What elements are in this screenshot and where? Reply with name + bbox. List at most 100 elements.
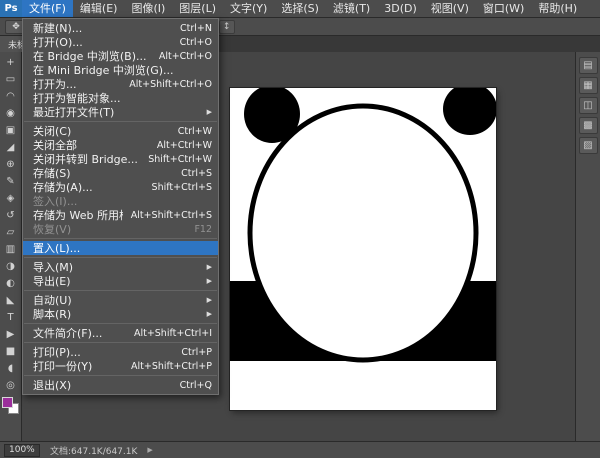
menubar-items: 文件(F)编辑(E)图像(I)图层(L)文字(Y)选择(S)滤镜(T)3D(D)… — [22, 0, 584, 17]
menu-item-open-recent[interactable]: 最近打开文件(T) ▶ — [23, 105, 218, 119]
menu-item-label: 签入(I)... — [33, 194, 212, 208]
path-selection-tool-icon[interactable]: ▶ — [1, 326, 21, 343]
menu-item-print-one-copy[interactable]: 打印一份(Y) Alt+Shift+Ctrl+P — [23, 359, 218, 373]
menu-item-label: 最近打开文件(T) — [33, 105, 199, 119]
menu-item-shortcut: Ctrl+W — [178, 126, 212, 137]
submenu-arrow-icon: ▶ — [207, 263, 212, 271]
menu-separator — [24, 375, 217, 376]
menubar-item-edit[interactable]: 编辑(E) — [73, 0, 125, 17]
menubar-item-filter[interactable]: 滤镜(T) — [326, 0, 377, 17]
menu-item-label: 导入(M) — [33, 260, 199, 274]
rectangular-marquee-tool-icon[interactable]: ▭ — [1, 71, 21, 88]
menu-item-label: 存储(S) — [33, 166, 173, 180]
menubar-item-3d[interactable]: 3D(D) — [377, 0, 424, 17]
menu-item-label: 打印(P)... — [33, 345, 173, 359]
menubar-item-select[interactable]: 选择(S) — [274, 0, 326, 17]
menu-separator — [24, 342, 217, 343]
photoshop-logo: Ps — [0, 0, 22, 17]
menu-item-save-for-web[interactable]: 存储为 Web 所用格式...Alt+Shift+Ctrl+S — [23, 208, 218, 222]
menu-item-close[interactable]: 关闭(C)Ctrl+W — [23, 124, 218, 138]
info-panel-icon[interactable]: ◫ — [579, 97, 598, 114]
properties-panel-icon[interactable]: ▦ — [579, 77, 598, 94]
blur-tool-icon[interactable]: ◑ — [1, 258, 21, 275]
submenu-arrow-icon: ▶ — [207, 108, 212, 116]
menu-item-save[interactable]: 存储(S)Ctrl+S — [23, 166, 218, 180]
menu-item-label: 打印一份(Y) — [33, 359, 123, 373]
menubar-item-view[interactable]: 视图(V) — [424, 0, 476, 17]
quick-selection-tool-icon[interactable]: ◉ — [1, 105, 21, 122]
menu-item-label: 恢复(V) — [33, 222, 186, 236]
menu-separator — [24, 257, 217, 258]
hand-tool-icon[interactable]: ◖ — [1, 360, 21, 377]
styles-panel-icon[interactable]: ▨ — [579, 137, 598, 154]
gradient-tool-icon[interactable]: ▥ — [1, 241, 21, 258]
menu-item-close-all[interactable]: 关闭全部 Alt+Ctrl+W — [23, 138, 218, 152]
history-panel-icon[interactable]: ▤ — [579, 57, 598, 74]
status-options-arrow-icon[interactable]: ▶ — [147, 446, 152, 454]
menu-item-file-info[interactable]: 文件简介(F)...Alt+Shift+Ctrl+I — [23, 326, 218, 340]
menu-item-shortcut: Ctrl+P — [181, 347, 212, 358]
menu-item-label: 关闭全部 — [33, 138, 149, 152]
menu-item-label: 在 Mini Bridge 中浏览(G)... — [33, 63, 212, 77]
menu-item-label: 自动(U) — [33, 293, 199, 307]
eraser-tool-icon[interactable]: ▱ — [1, 224, 21, 241]
menu-item-revert: 恢复(V)F12 — [23, 222, 218, 236]
menu-separator — [24, 238, 217, 239]
canvas-artwork-panda — [230, 88, 496, 410]
menu-item-place[interactable]: 置入(L)... — [23, 241, 218, 255]
menubar-item-type[interactable]: 文字(Y) — [223, 0, 274, 17]
panda-face — [250, 106, 476, 360]
3d-scale-icon[interactable]: ↕ — [219, 20, 235, 34]
menu-item-shortcut: Alt+Shift+Ctrl+I — [134, 328, 212, 339]
shape-tool-icon[interactable]: ■ — [1, 343, 21, 360]
clone-stamp-tool-icon[interactable]: ◈ — [1, 190, 21, 207]
menubar-item-help[interactable]: 帮助(H) — [531, 0, 584, 17]
move-tool-icon[interactable]: + — [1, 54, 21, 71]
menu-item-save-as[interactable]: 存储为(A)...Shift+Ctrl+S — [23, 180, 218, 194]
adjustments-panel-icon[interactable]: ▩ — [579, 117, 598, 134]
menu-item-exit[interactable]: 退出(X)Ctrl+Q — [23, 378, 218, 392]
menu-item-new[interactable]: 新建(N)...Ctrl+N — [23, 21, 218, 35]
menu-item-shortcut: Shift+Ctrl+W — [148, 154, 212, 165]
document-canvas[interactable] — [230, 88, 496, 410]
color-swatches — [2, 397, 19, 414]
type-tool-icon[interactable]: T — [1, 309, 21, 326]
menu-separator — [24, 290, 217, 291]
menu-item-export[interactable]: 导出(E)▶ — [23, 274, 218, 288]
dodge-tool-icon[interactable]: ◐ — [1, 275, 21, 292]
eyedropper-tool-icon[interactable]: ◢ — [1, 139, 21, 156]
file-menu: 新建(N)...Ctrl+N打开(O)...Ctrl+O在 Bridge 中浏览… — [22, 18, 219, 395]
menu-separator — [24, 121, 217, 122]
menu-item-import[interactable]: 导入(M) ▶ — [23, 260, 218, 274]
pen-tool-icon[interactable]: ◣ — [1, 292, 21, 309]
menu-item-open-as-smart-object[interactable]: 打开为智能对象... — [23, 91, 218, 105]
menu-item-browse-in-mini-bridge[interactable]: 在 Mini Bridge 中浏览(G)... — [23, 63, 218, 77]
crop-tool-icon[interactable]: ▣ — [1, 122, 21, 139]
menubar-item-file[interactable]: 文件(F) — [22, 0, 73, 17]
menubar-item-window[interactable]: 窗口(W) — [476, 0, 531, 17]
menu-item-label: 导出(E) — [33, 274, 199, 288]
menu-item-automate[interactable]: 自动(U)▶ — [23, 293, 218, 307]
menu-item-shortcut: Alt+Shift+Ctrl+P — [131, 361, 212, 372]
brush-tool-icon[interactable]: ✎ — [1, 173, 21, 190]
menu-item-open[interactable]: 打开(O)...Ctrl+O — [23, 35, 218, 49]
menu-item-browse-in-bridge[interactable]: 在 Bridge 中浏览(B)...Alt+Ctrl+O — [23, 49, 218, 63]
menu-item-scripts[interactable]: 脚本(R)▶ — [23, 307, 218, 321]
menu-item-label: 脚本(R) — [33, 307, 199, 321]
menu-item-close-and-go-to-bridge[interactable]: 关闭并转到 Bridge...Shift+Ctrl+W — [23, 152, 218, 166]
zoom-tool-icon[interactable]: ◎ — [1, 377, 21, 394]
menubar-item-image[interactable]: 图像(I) — [124, 0, 172, 17]
menu-item-shortcut: Ctrl+O — [180, 37, 212, 48]
menu-item-label: 存储为(A)... — [33, 180, 144, 194]
menu-item-open-as[interactable]: 打开为...Alt+Shift+Ctrl+O — [23, 77, 218, 91]
foreground-color-swatch[interactable] — [2, 397, 13, 408]
menu-item-shortcut: Alt+Ctrl+W — [157, 140, 212, 151]
lasso-tool-icon[interactable]: ◠ — [1, 88, 21, 105]
menu-item-print[interactable]: 打印(P)... Ctrl+P — [23, 345, 218, 359]
zoom-level-field[interactable]: 100% — [4, 444, 40, 457]
history-brush-tool-icon[interactable]: ↺ — [1, 207, 21, 224]
right-panel-strip: ▤ ▦ ◫ ▩ ▨ — [575, 52, 600, 441]
tools-panel: +▭◠◉▣◢⊕✎◈↺▱▥◑◐◣T▶■◖◎ — [0, 52, 22, 441]
healing-brush-tool-icon[interactable]: ⊕ — [1, 156, 21, 173]
menubar-item-layer[interactable]: 图层(L) — [172, 0, 223, 17]
